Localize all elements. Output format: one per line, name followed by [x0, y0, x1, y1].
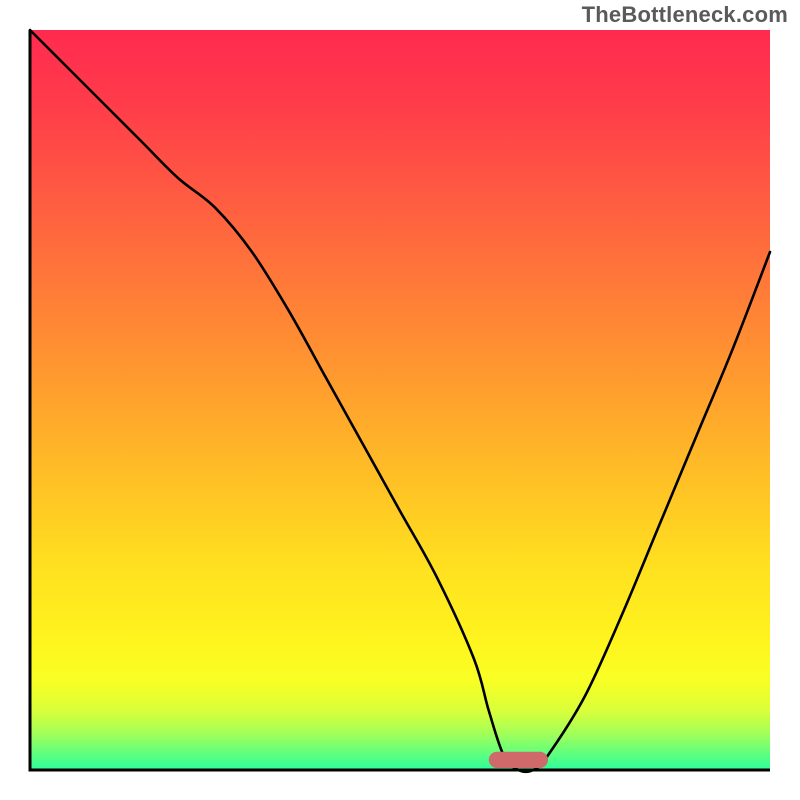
optimum-marker	[489, 752, 548, 768]
chart-svg	[0, 0, 800, 800]
watermark-label: TheBottleneck.com	[582, 2, 788, 28]
bottleneck-chart: TheBottleneck.com	[0, 0, 800, 800]
